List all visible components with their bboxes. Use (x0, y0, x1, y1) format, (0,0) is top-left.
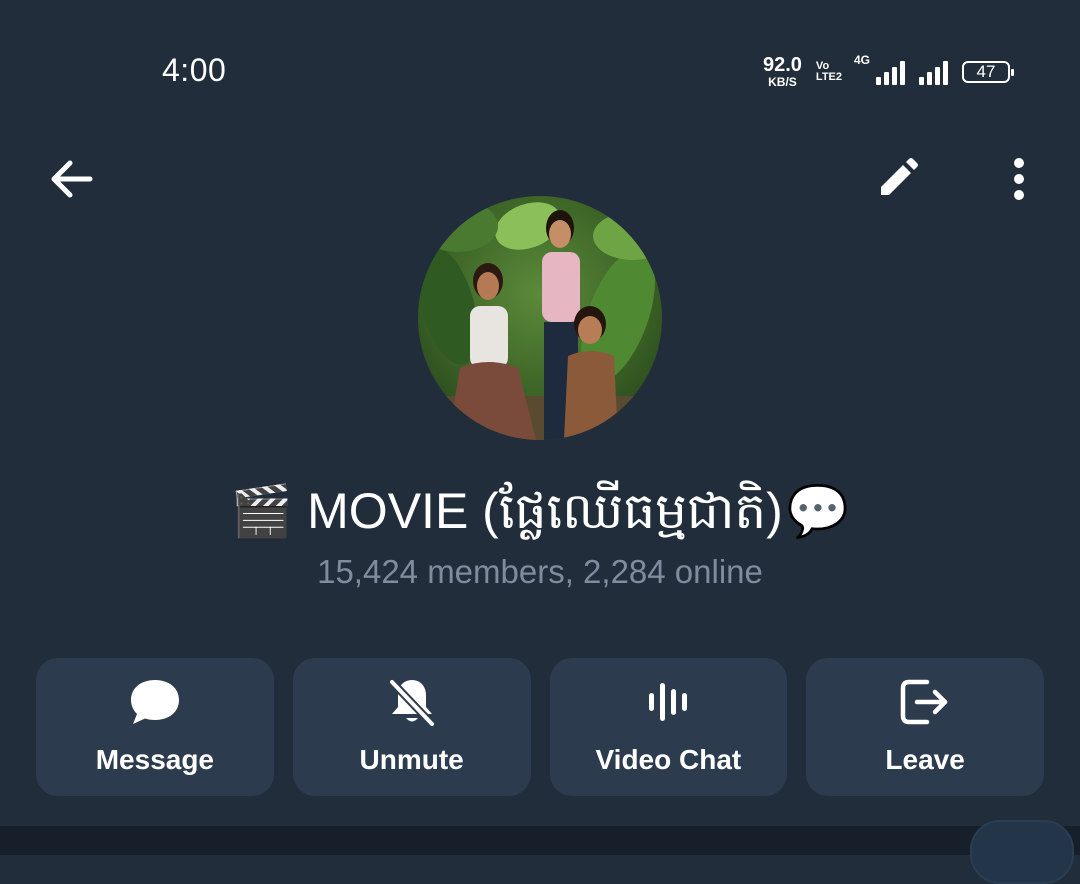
volte-indicator: Vo LTE2 (815, 59, 842, 83)
chat-bubble-icon (130, 680, 179, 724)
network-speed: 92.0 KB/S (763, 55, 802, 88)
more-vertical-icon (1014, 158, 1024, 200)
group-name: MOVIE (ផ្លែឈើធម្មជាតិ) (307, 483, 783, 539)
arrow-left-icon (51, 160, 93, 198)
bell-off-icon (387, 678, 436, 728)
leave-label: Leave (885, 744, 965, 775)
back-button[interactable] (40, 148, 102, 210)
message-button[interactable]: Message (36, 658, 274, 796)
action-bar: Message Unmute Video Chat Leave (36, 658, 1044, 796)
video-chat-button[interactable]: Video Chat (549, 658, 788, 796)
group-title: 🎬 MOVIE (ផ្លែឈើធម្មជាតិ) 💬 (0, 486, 1080, 536)
network-speed-unit: KB/S (768, 75, 797, 89)
unmute-button[interactable]: Unmute (292, 658, 531, 796)
floating-button[interactable] (970, 820, 1074, 884)
status-time: 4:00 (162, 52, 227, 88)
message-label: Message (95, 744, 215, 775)
exit-icon (900, 679, 948, 725)
battery-icon: 47 (962, 60, 1014, 83)
avatar-photo (418, 196, 662, 440)
leave-button[interactable]: Leave (806, 658, 1044, 796)
unmute-label: Unmute (359, 744, 464, 775)
volte-bottom: LTE2 (815, 70, 842, 83)
status-bar: 4:00 92.0 KB/S Vo LTE2 4G 47 (0, 0, 1080, 130)
group-avatar[interactable] (418, 196, 662, 440)
battery-level: 47 (976, 61, 996, 81)
edit-button[interactable] (866, 148, 928, 210)
network-speed-value: 92.0 (762, 54, 802, 76)
bottom-divider (0, 826, 1080, 855)
speech-bubble-icon: 💬 (786, 483, 850, 539)
status-indicators: 92.0 KB/S Vo LTE2 4G 47 (763, 53, 1014, 88)
network-type: 4G (854, 52, 871, 67)
more-options-button[interactable] (988, 148, 1050, 210)
clapperboard-icon: 🎬 (230, 483, 294, 539)
volte-top: Vo (815, 59, 830, 72)
signal-sim1-icon: 4G (854, 53, 905, 85)
member-count: 15,424 members, 2,284 online (317, 553, 763, 590)
signal-sim2-icon (919, 59, 948, 85)
voice-bars-icon (649, 683, 688, 721)
pencil-icon (881, 158, 918, 195)
video-chat-label: Video Chat (595, 744, 742, 775)
